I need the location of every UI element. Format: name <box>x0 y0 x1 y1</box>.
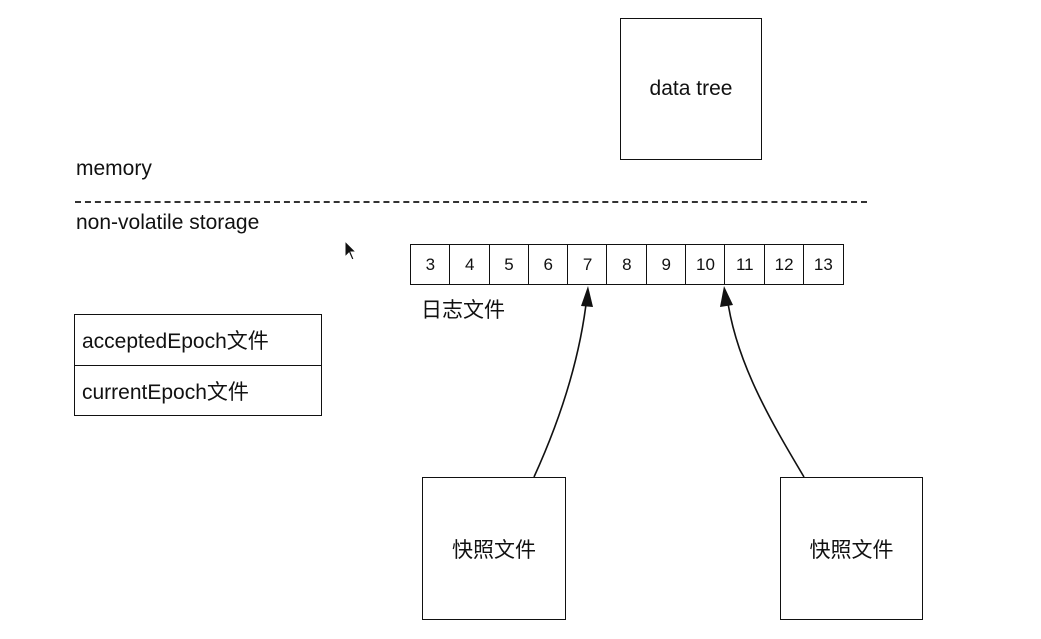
snapshot-2-arrow <box>726 295 805 478</box>
snapshot-2-arrowhead <box>720 286 733 307</box>
snapshot-1-arrowhead <box>581 286 593 307</box>
snapshot-arrows <box>533 286 805 478</box>
snapshot-1-arrow <box>533 295 588 478</box>
